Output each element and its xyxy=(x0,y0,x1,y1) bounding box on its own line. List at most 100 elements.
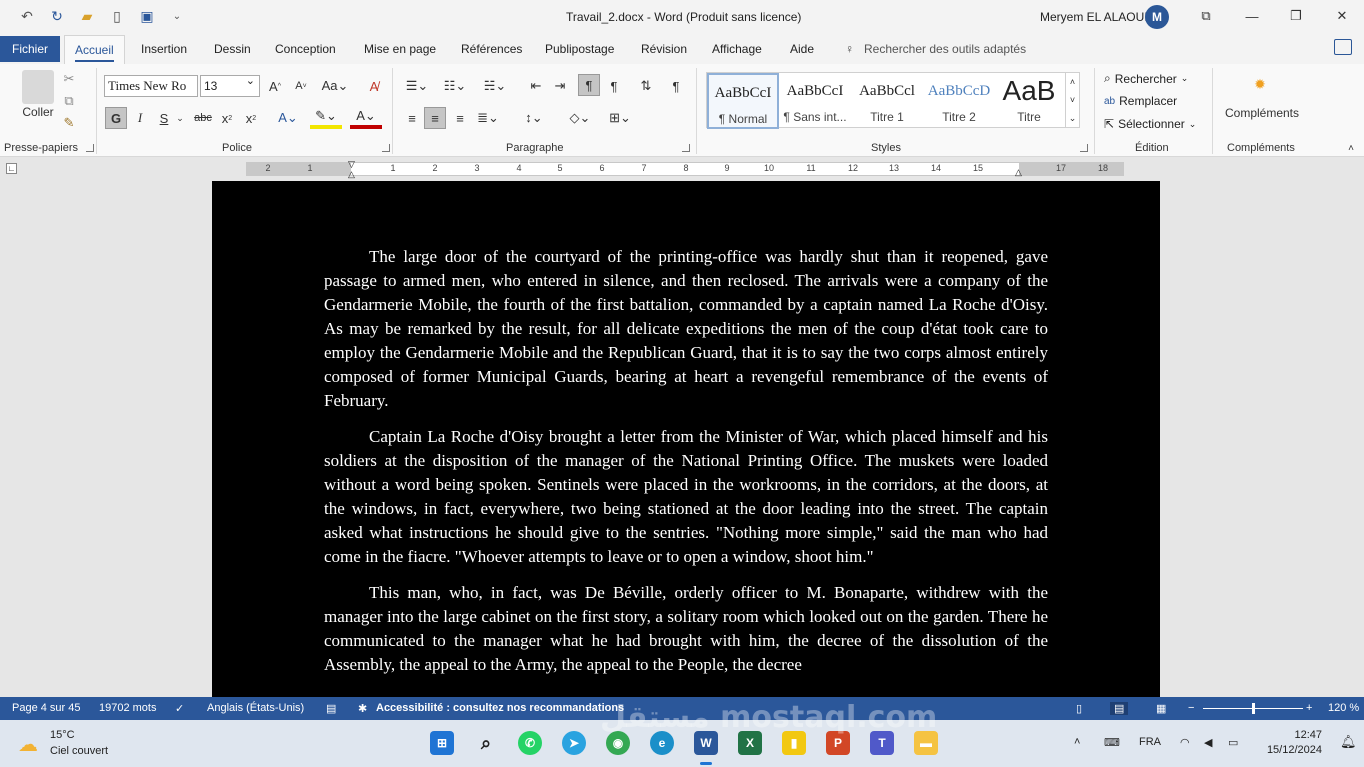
borders-icon[interactable]: ⊞⌄ xyxy=(604,107,636,129)
align-left-icon[interactable]: ≡ xyxy=(402,107,422,129)
superscript-icon[interactable]: x2 xyxy=(242,107,260,129)
font-color-icon[interactable]: A⌄ xyxy=(350,107,382,129)
increase-indent-icon[interactable]: ⇥ xyxy=(550,76,570,96)
avatar[interactable]: M xyxy=(1145,5,1169,29)
tab-help[interactable]: Aide xyxy=(790,42,814,56)
tab-design[interactable]: Conception xyxy=(275,42,336,56)
restore-icon[interactable]: ❐ xyxy=(1286,6,1306,26)
tab-file[interactable]: Fichier xyxy=(0,36,60,62)
paste-button[interactable]: Coller xyxy=(18,104,58,120)
style-title[interactable]: AaB Titre xyxy=(995,73,1063,129)
rtl-icon[interactable]: ¶ xyxy=(604,76,624,96)
font-size-select[interactable]: 13 xyxy=(200,74,260,97)
clipboard-launcher-icon[interactable] xyxy=(86,144,94,152)
zoom-level[interactable]: 120 % xyxy=(1328,702,1359,714)
paragraph[interactable]: The large door of the courtyard of the p… xyxy=(324,245,1048,413)
style-no-spacing[interactable]: AaBbCcI ¶ Sans int... xyxy=(779,73,851,129)
underline-dropdown-icon[interactable]: ⌄ xyxy=(175,107,185,129)
clear-formatting-icon[interactable]: A̸ xyxy=(364,77,384,95)
tab-review[interactable]: Révision xyxy=(641,42,687,56)
right-indent-marker[interactable]: △ xyxy=(1015,167,1022,178)
tab-view[interactable]: Affichage xyxy=(712,42,762,56)
italic-button[interactable]: I xyxy=(131,107,149,129)
multilevel-list-icon[interactable]: ☵⌄ xyxy=(478,76,512,96)
tab-draw[interactable]: Dessin xyxy=(214,42,251,56)
paste-icon[interactable] xyxy=(22,70,54,104)
style-heading-2[interactable]: AaBbCcD Titre 2 xyxy=(923,73,995,129)
notifications-icon[interactable]: 🔔︎ xyxy=(1340,734,1357,750)
font-name-select[interactable]: Times New Ro xyxy=(104,75,198,97)
decrease-indent-icon[interactable]: ⇤ xyxy=(526,76,546,96)
proofing-icon[interactable]: ✓ xyxy=(175,702,184,715)
weather-description[interactable]: Ciel couvert xyxy=(50,745,108,757)
paragraph[interactable]: Captain La Roche d'Oisy brought a letter… xyxy=(324,425,1048,569)
grow-font-icon[interactable]: A ^ xyxy=(266,77,284,95)
wifi-icon[interactable]: ◠ xyxy=(1180,736,1190,749)
tab-mailings[interactable]: Publipostage xyxy=(545,42,614,56)
show-formatting-icon[interactable]: ¶ xyxy=(666,76,686,96)
search-icon[interactable]: ⌕ xyxy=(474,731,498,755)
font-launcher-icon[interactable] xyxy=(382,144,390,152)
read-mode-icon[interactable]: ▯ xyxy=(1076,702,1082,715)
undo-icon[interactable]: ↶ xyxy=(18,7,36,25)
addins-button[interactable]: Compléments xyxy=(1222,104,1302,122)
align-center-icon[interactable]: ≡ xyxy=(424,107,446,129)
style-normal[interactable]: AaBbCcI ¶ Normal xyxy=(707,73,779,129)
tray-chevron-icon[interactable]: ˄ xyxy=(1074,736,1080,748)
tab-insert[interactable]: Insertion xyxy=(141,42,187,56)
select-button[interactable]: ⇱ Sélectionner ⌄ xyxy=(1104,117,1196,131)
change-case-icon[interactable]: Aa⌄ xyxy=(320,77,350,95)
horizontal-ruler[interactable]: 2 1 1 2 3 4 5 6 7 8 9 10 11 12 13 14 15 … xyxy=(246,159,1124,179)
strikethrough-icon[interactable]: abc xyxy=(192,107,214,129)
shrink-font-icon[interactable]: A ˅ xyxy=(292,77,310,95)
telegram-icon[interactable]: ➤ xyxy=(562,731,586,755)
tab-references[interactable]: Références xyxy=(461,42,522,56)
styles-launcher-icon[interactable] xyxy=(1080,144,1088,152)
language-indicator[interactable]: Anglais (États-Unis) xyxy=(207,702,304,714)
zoom-slider-thumb[interactable] xyxy=(1252,703,1255,714)
minimize-icon[interactable]: — xyxy=(1242,6,1262,26)
page-indicator[interactable]: Page 4 sur 45 xyxy=(12,702,81,714)
volume-icon[interactable]: ◀ xyxy=(1204,736,1212,749)
align-right-icon[interactable]: ≡ xyxy=(450,107,470,129)
justify-icon[interactable]: ≣⌄ xyxy=(474,107,502,129)
new-document-icon[interactable]: ▯ xyxy=(108,7,126,25)
zoom-in-icon[interactable]: + xyxy=(1306,702,1312,714)
comments-icon[interactable] xyxy=(1334,39,1352,55)
replace-button[interactable]: ab Remplacer xyxy=(1104,94,1177,108)
copy-icon[interactable]: ⧉ xyxy=(60,92,78,110)
document-body[interactable]: The large door of the courtyard of the p… xyxy=(324,245,1048,689)
accessibility-icon[interactable]: ✱ xyxy=(358,702,367,715)
bullets-icon[interactable]: ☰⌄ xyxy=(402,76,432,96)
redo-icon[interactable]: ↻ xyxy=(48,7,66,25)
shading-icon[interactable]: ◇⌄ xyxy=(564,107,596,129)
styles-scroll-up-icon[interactable]: ˄ xyxy=(1065,73,1079,91)
input-language[interactable]: FRA xyxy=(1139,736,1161,748)
word-count[interactable]: 19702 mots xyxy=(99,702,156,714)
save-icon[interactable]: ▣ xyxy=(138,7,156,25)
whatsapp-icon[interactable]: ✆ xyxy=(518,731,542,755)
page[interactable]: The large door of the courtyard of the p… xyxy=(212,181,1160,697)
addins-icon[interactable]: ✹ xyxy=(1252,76,1268,92)
battery-icon[interactable]: ▭ xyxy=(1228,736,1238,749)
ribbon-display-icon[interactable]: ⧉ xyxy=(1196,6,1216,26)
styles-scroll-down-icon[interactable]: ˅ xyxy=(1065,91,1079,109)
user-name[interactable]: Meryem EL ALAOUI xyxy=(1040,10,1148,24)
windows-start-icon[interactable]: ⊞ xyxy=(430,731,454,755)
ltr-icon[interactable]: ¶ xyxy=(578,74,600,96)
find-button[interactable]: ⌕ Rechercher ⌄ xyxy=(1104,71,1188,86)
tell-me-search[interactable]: ♀ Rechercher des outils adaptés xyxy=(845,42,1026,56)
tab-selector-icon[interactable]: ∟ xyxy=(6,163,17,174)
tab-layout[interactable]: Mise en page xyxy=(364,42,436,56)
collapse-ribbon-icon[interactable]: ˄ xyxy=(1344,142,1358,154)
highlight-color-icon[interactable]: ✎⌄ xyxy=(310,107,342,129)
zoom-out-icon[interactable]: − xyxy=(1188,702,1194,714)
style-heading-1[interactable]: AaBbCcl Titre 1 xyxy=(851,73,923,129)
track-changes-icon[interactable]: ▤ xyxy=(326,702,336,715)
hanging-indent-marker[interactable]: △ xyxy=(348,169,355,180)
open-folder-icon[interactable]: ▰ xyxy=(78,7,96,25)
keyboard-icon[interactable]: ⌨ xyxy=(1104,736,1120,749)
cut-icon[interactable]: ✂ xyxy=(60,70,78,88)
styles-more-icon[interactable]: ⌄ xyxy=(1065,109,1079,127)
print-layout-icon[interactable]: ▤ xyxy=(1110,702,1129,715)
